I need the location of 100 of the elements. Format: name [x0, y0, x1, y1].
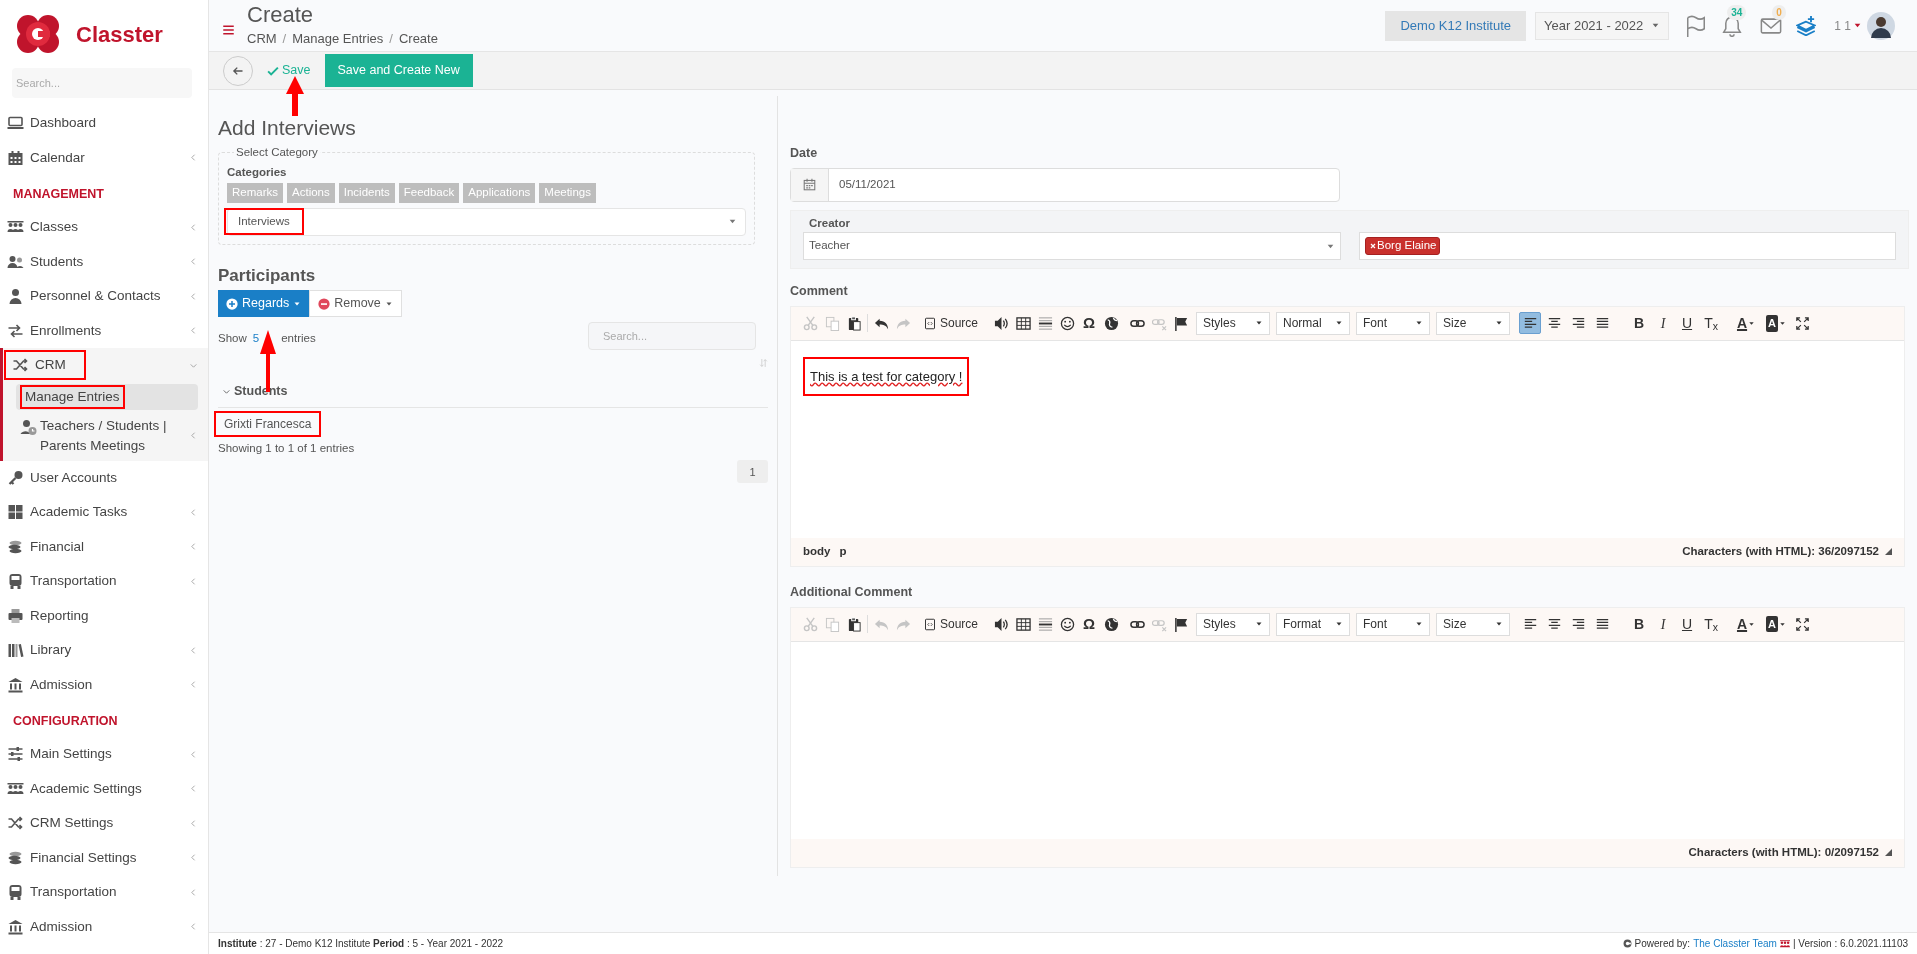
avatar[interactable] [1867, 11, 1895, 40]
format-button[interactable]: I [1651, 613, 1676, 635]
sidebar-item[interactable]: Admission [0, 916, 93, 937]
check-icon [267, 64, 279, 77]
remove-button[interactable]: Remove [309, 290, 402, 318]
breadcrumb-link[interactable]: CRM [247, 29, 277, 49]
horizontal-line-icon [1037, 616, 1053, 632]
sidebar-item[interactable]: Transportation [0, 571, 117, 592]
sidebar-item[interactable]: Financial Settings [0, 847, 137, 868]
character-counter: Characters (with HTML): 36/2097152 [1682, 544, 1879, 560]
sidebar-item[interactable]: Students [0, 251, 84, 272]
breadcrumb-separator: / [388, 30, 394, 49]
search-field[interactable]: Search... [588, 322, 756, 351]
date-field[interactable]: 05/11/2021 [790, 167, 1340, 202]
toolbar-dropdown[interactable]: Styles [1196, 311, 1271, 335]
format-button[interactable]: U [1675, 312, 1700, 335]
annotation-arrow [286, 76, 304, 116]
shuffle-icon [7, 815, 24, 832]
toolbar-dropdown[interactable]: Font [1356, 612, 1431, 636]
background-color-button[interactable]: A [1761, 312, 1792, 335]
sidebar-item[interactable]: Classes [0, 217, 78, 238]
category-select[interactable]: Interviews [227, 207, 746, 236]
toolbar-dropdown[interactable]: Styles [1196, 612, 1271, 636]
breadcrumb-link[interactable]: Manage Entries [292, 29, 384, 49]
field-label: Comment [790, 283, 849, 300]
sidebar-item[interactable]: Academic Tasks [0, 502, 128, 523]
toolbar-dropdown[interactable]: Size [1436, 612, 1511, 636]
submenu-item[interactable]: Teachers / Students | Parents Meetings [16, 411, 178, 460]
format-button[interactable]: B [1627, 613, 1652, 635]
flag-button[interactable] [1685, 14, 1708, 37]
rich-text-editor[interactable]: Source Ω Styles Normal Font Size B I U T$_{x}$ A A This is a test for category ! body p Characters (with HTML): 36/2097152 [790, 305, 1905, 567]
align-button[interactable] [1519, 312, 1542, 335]
toolbar-dropdown[interactable]: Font [1356, 311, 1431, 335]
menu-icon[interactable] [222, 23, 235, 36]
regards-button[interactable]: Regards [218, 290, 310, 318]
layers-button[interactable] [1796, 15, 1817, 36]
sidebar-item[interactable]: Calendar [0, 147, 85, 168]
bus-icon [7, 884, 24, 901]
sidebar-item[interactable]: Enrollments [0, 320, 102, 341]
sidebar-item[interactable]: Dashboard [0, 113, 97, 134]
special-character-button[interactable]: Ω [1078, 312, 1101, 335]
year-dropdown[interactable]: Year 2021 - 2022 [1535, 11, 1670, 40]
search-field[interactable]: Search... [12, 68, 192, 98]
submenu-item[interactable]: Manage Entries [16, 383, 198, 410]
sidebar-item[interactable]: Academic Settings [0, 778, 142, 799]
resize-handle-icon[interactable] [1885, 849, 1892, 856]
key-icon [7, 469, 24, 486]
source-button[interactable]: Source [920, 312, 983, 335]
format-button[interactable]: T$_{x}$ [1699, 613, 1724, 635]
people-icon [7, 253, 24, 270]
toolbar-dropdown[interactable]: Size [1436, 311, 1511, 335]
page-button[interactable]: 1 [737, 460, 768, 484]
flag-icon [1173, 616, 1189, 632]
table-icon [1015, 616, 1031, 632]
sidebar-item[interactable]: Reporting [0, 605, 89, 626]
page-size-select[interactable]: 5 [252, 330, 260, 348]
background-color-button[interactable]: A [1761, 613, 1792, 635]
format-button[interactable]: B [1627, 312, 1652, 335]
sidebar-item[interactable]: Financial [0, 536, 85, 557]
special-character-button[interactable]: Ω [1078, 613, 1101, 635]
element-path[interactable]: body [803, 543, 831, 561]
toolbar-dropdown[interactable]: Format [1276, 612, 1351, 636]
footer-link[interactable]: The Classter Team [1693, 936, 1777, 951]
sidebar-item[interactable]: Transportation [0, 882, 117, 903]
sidebar-item[interactable]: Library [0, 640, 72, 661]
sidebar-item[interactable]: Personnel & Contacts [0, 286, 161, 307]
format-button[interactable]: U [1675, 613, 1700, 635]
copy-icon [824, 616, 840, 632]
back-icon [232, 64, 244, 77]
sidebar-item[interactable]: User Accounts [0, 467, 118, 488]
globe-icon [1103, 616, 1119, 632]
sidebar-item[interactable]: CRM [4, 350, 86, 381]
institute-label: Demo K12 Institute [1385, 10, 1527, 41]
text-color-button[interactable]: A [1731, 613, 1762, 635]
selected-value: Interviews [224, 208, 304, 236]
toolbar-dropdown[interactable]: Normal [1276, 311, 1351, 335]
source-button[interactable]: Source [920, 613, 983, 635]
bus-icon [7, 573, 24, 590]
format-button[interactable]: I [1651, 312, 1676, 335]
creator-select[interactable]: Teacher [803, 232, 1341, 260]
sidebar-item[interactable]: Admission [0, 674, 93, 695]
format-button[interactable]: T$_{x}$ [1699, 312, 1724, 335]
person-tag[interactable]: Borg Elaine [1365, 237, 1441, 255]
sidebar-item[interactable]: Main Settings [0, 744, 112, 765]
text-color-button[interactable]: A [1731, 312, 1762, 335]
participant-name: Grixti Francesca [214, 411, 322, 437]
calendar-icon [803, 178, 816, 192]
caret-icon [1255, 620, 1264, 628]
sidebar-item[interactable]: CRM Settings [0, 813, 114, 834]
people-field[interactable]: Borg Elaine [1359, 232, 1896, 260]
form-title: Add Interviews [218, 115, 357, 141]
element-path[interactable]: p [839, 543, 847, 561]
breadcrumb-link[interactable]: Create [398, 29, 438, 49]
justify-icon [1595, 316, 1609, 330]
rich-text-editor[interactable]: Source Ω Styles Format Font Size B I U T$_{x}$ A A Characters (with HTML): 0/2097152 [790, 606, 1905, 868]
field-label: Date [790, 145, 819, 162]
maximize-icon [1795, 316, 1809, 330]
smiley-icon [1059, 315, 1075, 331]
shuffle-icon [12, 357, 29, 374]
resize-handle-icon[interactable] [1885, 548, 1892, 556]
